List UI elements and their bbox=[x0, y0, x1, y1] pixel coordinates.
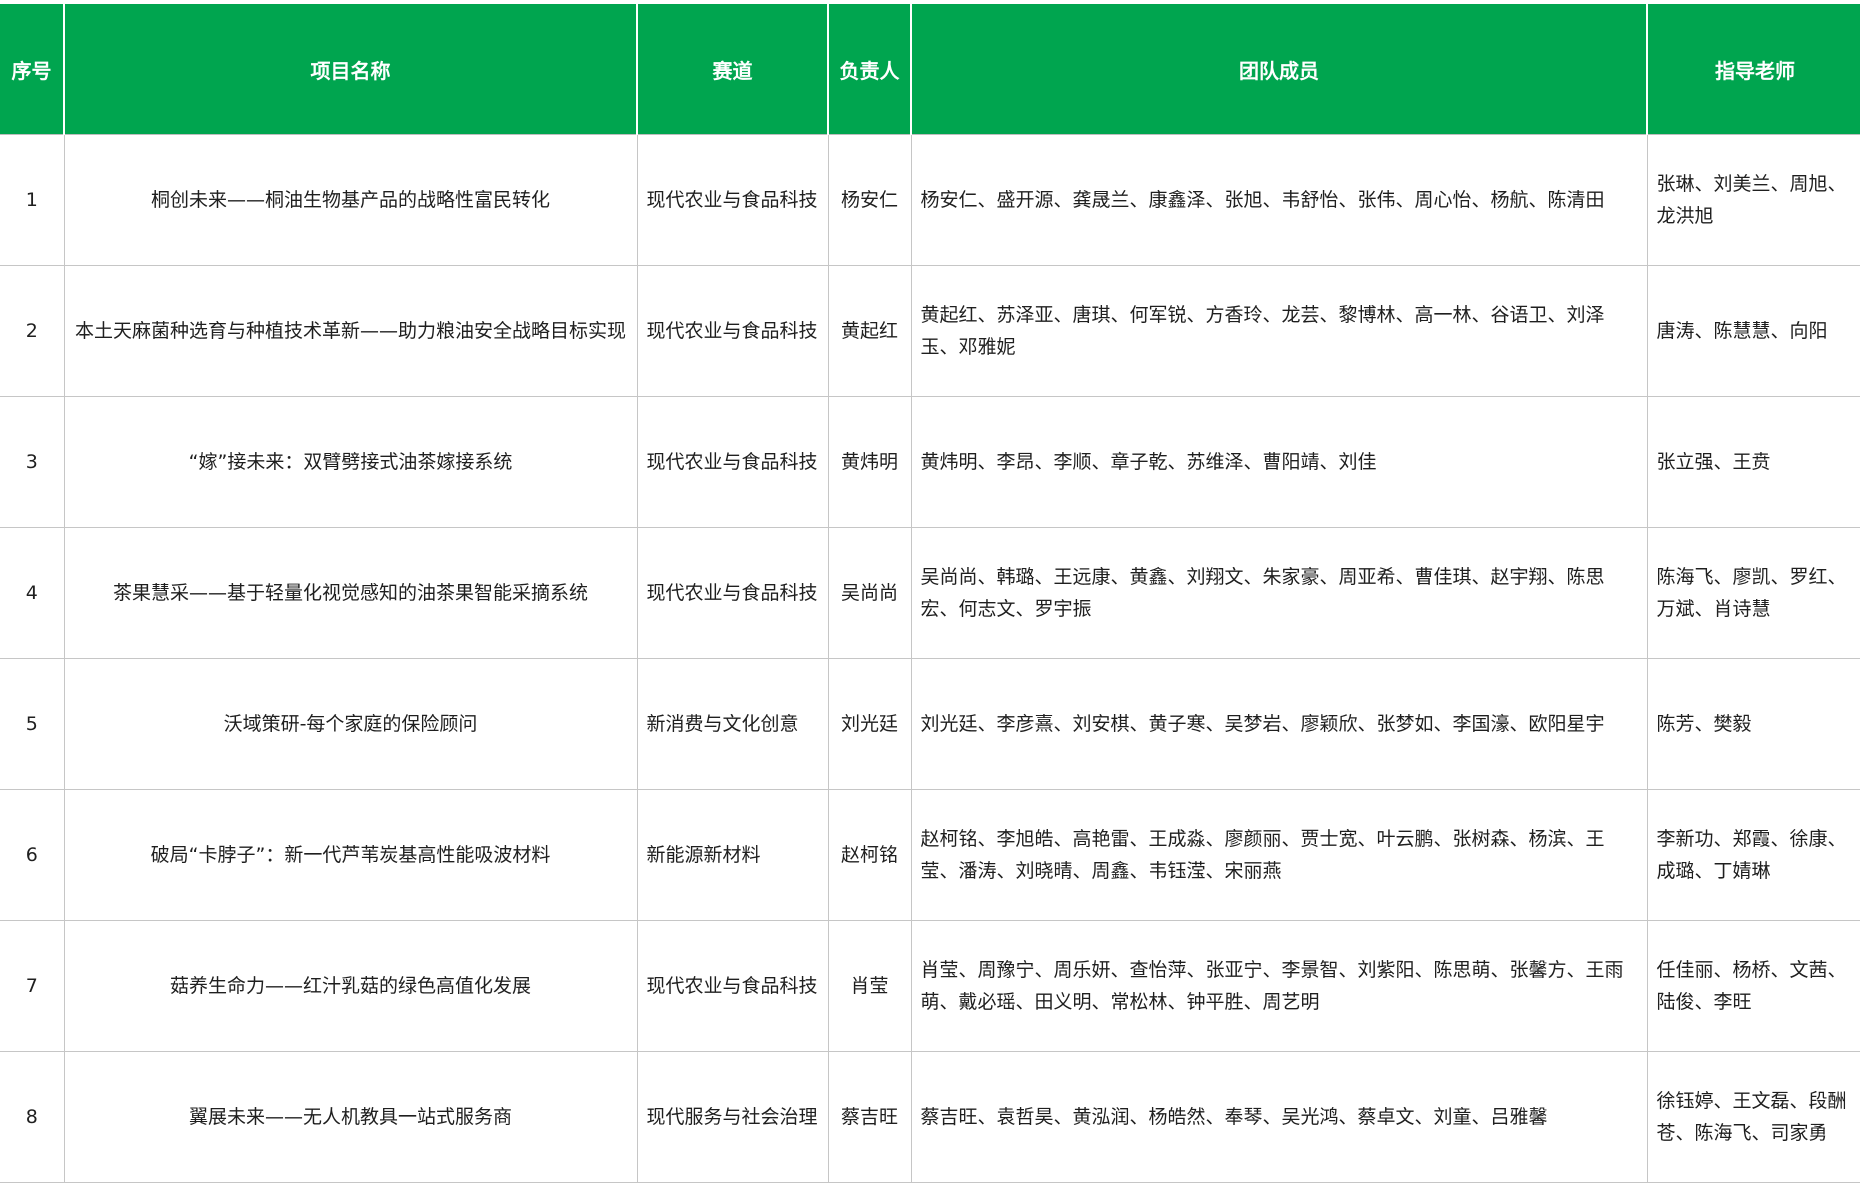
cell-track[interactable]: 新能源新材料 bbox=[637, 789, 829, 921]
cell-project-name[interactable]: 沃域策研-每个家庭的保险顾问 bbox=[64, 658, 638, 790]
cell-seq[interactable]: 8 bbox=[0, 1051, 65, 1183]
cell-team-members[interactable]: 肖莹、周豫宁、周乐妍、查怡萍、张亚宁、李景智、刘紫阳、陈思萌、张馨方、王雨萌、戴… bbox=[911, 920, 1648, 1052]
cell-leader[interactable]: 黄炜明 bbox=[828, 396, 912, 528]
cell-seq[interactable]: 5 bbox=[0, 658, 65, 790]
cell-advisor[interactable]: 徐钰婷、王文磊、段酬苍、陈海飞、司家勇 bbox=[1647, 1051, 1860, 1183]
cell-track[interactable]: 现代农业与食品科技 bbox=[637, 920, 829, 1052]
table-body: 1 桐创未来——桐油生物基产品的战略性富民转化 现代农业与食品科技 杨安仁 杨安… bbox=[0, 134, 1860, 1183]
table-row: 3 “嫁”接未来：双臂劈接式油茶嫁接系统 现代农业与食品科技 黄炜明 黄炜明、李… bbox=[0, 396, 1860, 528]
cell-team-members[interactable]: 吴尚尚、韩璐、王远康、黄鑫、刘翔文、朱家豪、周亚希、曹佳琪、赵宇翔、陈思宏、何志… bbox=[911, 527, 1648, 659]
cell-project-name[interactable]: 破局“卡脖子”：新一代芦苇炭基高性能吸波材料 bbox=[64, 789, 638, 921]
header-seq[interactable]: 序号 bbox=[0, 4, 65, 135]
cell-team-members[interactable]: 蔡吉旺、袁哲昊、黄泓润、杨皓然、奉琴、吴光鸿、蔡卓文、刘童、吕雅馨 bbox=[911, 1051, 1648, 1183]
cell-team-members[interactable]: 杨安仁、盛开源、龚晟兰、康鑫泽、张旭、韦舒怡、张伟、周心怡、杨航、陈清田 bbox=[911, 134, 1648, 266]
cell-track[interactable]: 新消费与文化创意 bbox=[637, 658, 829, 790]
table-header: 序号 项目名称 赛道 负责人 团队成员 指导老师 bbox=[0, 4, 1860, 135]
cell-team-members[interactable]: 刘光廷、李彦熹、刘安棋、黄子寒、吴梦岩、廖颖欣、张梦如、李国濠、欧阳星宇 bbox=[911, 658, 1648, 790]
header-row: 序号 项目名称 赛道 负责人 团队成员 指导老师 bbox=[0, 4, 1860, 135]
header-track[interactable]: 赛道 bbox=[637, 4, 829, 135]
cell-team-members[interactable]: 黄炜明、李昂、李顺、章子乾、苏维泽、曹阳靖、刘佳 bbox=[911, 396, 1648, 528]
cell-leader[interactable]: 杨安仁 bbox=[828, 134, 912, 266]
table-row: 7 菇养生命力——红汁乳菇的绿色高值化发展 现代农业与食品科技 肖莹 肖莹、周豫… bbox=[0, 920, 1860, 1052]
cell-seq[interactable]: 4 bbox=[0, 527, 65, 659]
cell-track[interactable]: 现代农业与食品科技 bbox=[637, 396, 829, 528]
header-team-members[interactable]: 团队成员 bbox=[911, 4, 1648, 135]
cell-advisor[interactable]: 张立强、王贲 bbox=[1647, 396, 1860, 528]
cell-project-name[interactable]: 桐创未来——桐油生物基产品的战略性富民转化 bbox=[64, 134, 638, 266]
cell-seq[interactable]: 6 bbox=[0, 789, 65, 921]
cell-track[interactable]: 现代农业与食品科技 bbox=[637, 527, 829, 659]
project-table: 序号 项目名称 赛道 负责人 团队成员 指导老师 1 桐创未来——桐油生物基产品… bbox=[0, 4, 1860, 1183]
cell-track[interactable]: 现代服务与社会治理 bbox=[637, 1051, 829, 1183]
cell-leader[interactable]: 黄起红 bbox=[828, 265, 912, 397]
table-row: 8 翼展未来——无人机教具一站式服务商 现代服务与社会治理 蔡吉旺 蔡吉旺、袁哲… bbox=[0, 1051, 1860, 1183]
cell-project-name[interactable]: “嫁”接未来：双臂劈接式油茶嫁接系统 bbox=[64, 396, 638, 528]
cell-seq[interactable]: 7 bbox=[0, 920, 65, 1052]
table-row: 5 沃域策研-每个家庭的保险顾问 新消费与文化创意 刘光廷 刘光廷、李彦熹、刘安… bbox=[0, 658, 1860, 790]
table-row: 6 破局“卡脖子”：新一代芦苇炭基高性能吸波材料 新能源新材料 赵柯铭 赵柯铭、… bbox=[0, 789, 1860, 921]
cell-leader[interactable]: 肖莹 bbox=[828, 920, 912, 1052]
header-project-name[interactable]: 项目名称 bbox=[64, 4, 638, 135]
header-leader[interactable]: 负责人 bbox=[828, 4, 912, 135]
cell-project-name[interactable]: 菇养生命力——红汁乳菇的绿色高值化发展 bbox=[64, 920, 638, 1052]
spreadsheet-view: 序号 项目名称 赛道 负责人 团队成员 指导老师 1 桐创未来——桐油生物基产品… bbox=[0, 0, 1860, 1188]
cell-project-name[interactable]: 翼展未来——无人机教具一站式服务商 bbox=[64, 1051, 638, 1183]
cell-team-members[interactable]: 黄起红、苏泽亚、唐琪、何军锐、方香玲、龙芸、黎博林、高一林、谷语卫、刘泽玉、邓雅… bbox=[911, 265, 1648, 397]
table-row: 2 本土天麻菌种选育与种植技术革新——助力粮油安全战略目标实现 现代农业与食品科… bbox=[0, 265, 1860, 397]
cell-leader[interactable]: 蔡吉旺 bbox=[828, 1051, 912, 1183]
table-row: 4 茶果慧采——基于轻量化视觉感知的油茶果智能采摘系统 现代农业与食品科技 吴尚… bbox=[0, 527, 1860, 659]
cell-leader[interactable]: 吴尚尚 bbox=[828, 527, 912, 659]
cell-track[interactable]: 现代农业与食品科技 bbox=[637, 134, 829, 266]
table-row: 1 桐创未来——桐油生物基产品的战略性富民转化 现代农业与食品科技 杨安仁 杨安… bbox=[0, 134, 1860, 266]
cell-advisor[interactable]: 张琳、刘美兰、周旭、龙洪旭 bbox=[1647, 134, 1860, 266]
cell-seq[interactable]: 2 bbox=[0, 265, 65, 397]
cell-advisor[interactable]: 李新功、郑霞、徐康、成璐、丁婧琳 bbox=[1647, 789, 1860, 921]
cell-leader[interactable]: 赵柯铭 bbox=[828, 789, 912, 921]
cell-advisor[interactable]: 陈芳、樊毅 bbox=[1647, 658, 1860, 790]
cell-leader[interactable]: 刘光廷 bbox=[828, 658, 912, 790]
cell-seq[interactable]: 3 bbox=[0, 396, 65, 528]
cell-project-name[interactable]: 本土天麻菌种选育与种植技术革新——助力粮油安全战略目标实现 bbox=[64, 265, 638, 397]
cell-seq[interactable]: 1 bbox=[0, 134, 65, 266]
cell-track[interactable]: 现代农业与食品科技 bbox=[637, 265, 829, 397]
cell-advisor[interactable]: 任佳丽、杨桥、文茜、陆俊、李旺 bbox=[1647, 920, 1860, 1052]
cell-advisor[interactable]: 唐涛、陈慧慧、向阳 bbox=[1647, 265, 1860, 397]
header-advisor[interactable]: 指导老师 bbox=[1647, 4, 1860, 135]
cell-team-members[interactable]: 赵柯铭、李旭皓、高艳雷、王成淼、廖颜丽、贾士宽、叶云鹏、张树森、杨滨、王莹、潘涛… bbox=[911, 789, 1648, 921]
cell-advisor[interactable]: 陈海飞、廖凯、罗红、万斌、肖诗慧 bbox=[1647, 527, 1860, 659]
cell-project-name[interactable]: 茶果慧采——基于轻量化视觉感知的油茶果智能采摘系统 bbox=[64, 527, 638, 659]
